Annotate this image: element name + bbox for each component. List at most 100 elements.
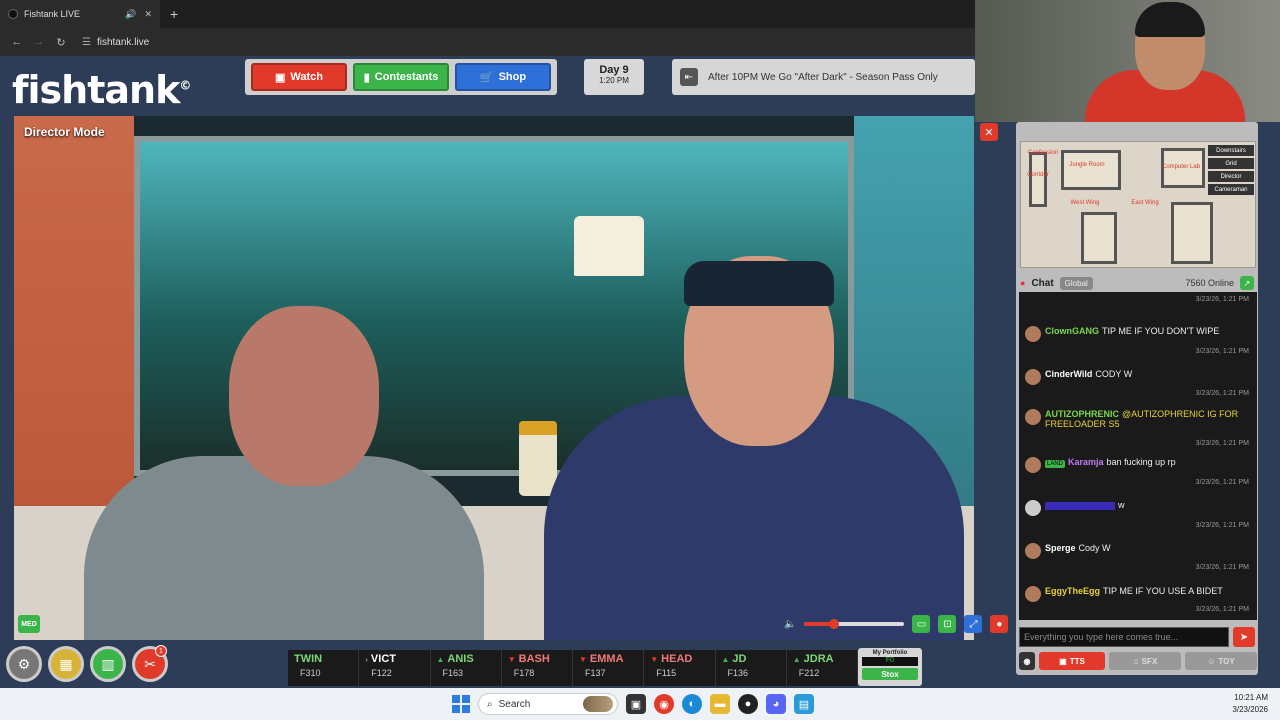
new-tab-button[interactable]: + xyxy=(170,6,178,22)
reload-icon[interactable]: ↻ xyxy=(50,36,72,49)
browser-tab[interactable]: Fishtank LIVE 🔊 ✕ xyxy=(0,0,160,28)
share-icon[interactable]: ↗ xyxy=(1240,276,1254,290)
avatar[interactable] xyxy=(1025,326,1041,342)
down-arrow-icon: ▼ xyxy=(579,654,587,664)
tab-close-icon[interactable]: ✕ xyxy=(144,9,152,20)
chat-message: AUTIZOPHRENIC @AUTIZOPHRENIC IG FOR FREEL… xyxy=(1025,409,1251,429)
taskbar-clock[interactable]: 10:21 AM 3/23/2026 xyxy=(1232,692,1268,716)
ticker-value: F136 xyxy=(727,668,749,678)
contestants-label: Contestants xyxy=(374,71,439,83)
ticker-item[interactable]: TWIN F310 xyxy=(288,650,360,686)
volume-icon[interactable]: 🔈 xyxy=(784,619,796,630)
site-info-icon[interactable]: ☰ xyxy=(82,37,91,48)
map-view-menu: Downstairs Grid Director Cameraman xyxy=(1208,145,1254,195)
live-video[interactable] xyxy=(14,116,974,640)
volume-knob[interactable] xyxy=(829,619,840,629)
task-view-icon[interactable]: ▣ xyxy=(626,694,646,714)
taskbar-search[interactable]: ⌕ Search xyxy=(478,693,618,715)
fullscreen-icon[interactable]: ⤢ xyxy=(964,615,983,633)
app-icon[interactable]: ▤ xyxy=(794,694,814,714)
chat-username[interactable]: Sperge xyxy=(1045,543,1076,553)
volume-slider[interactable] xyxy=(804,619,905,629)
ticker-item[interactable]: ▲ JD F136 xyxy=(716,650,787,686)
tab-title: Fishtank LIVE xyxy=(24,9,81,19)
map-label-west-wing: West Wing xyxy=(1070,200,1100,206)
cast-icon[interactable]: ⊡ xyxy=(938,615,957,633)
map-room-west[interactable] xyxy=(1081,212,1117,264)
avatar[interactable] xyxy=(1025,457,1041,473)
map-menu-downstairs[interactable]: Downstairs xyxy=(1208,145,1254,156)
stats-button[interactable]: ▥ xyxy=(90,646,126,682)
ticker-item[interactable]: ▼ BASH F178 xyxy=(502,650,573,686)
ticker-name: VICT xyxy=(370,653,396,665)
chat-username[interactable]: EggyTheEgg xyxy=(1045,586,1100,596)
shop-label: Shop xyxy=(498,71,527,83)
ticker-item[interactable]: ▲ ANIS F163 xyxy=(431,650,502,686)
avatar[interactable] xyxy=(1025,409,1041,425)
chat-title: Chat xyxy=(1031,277,1054,289)
avatar[interactable] xyxy=(1025,586,1041,602)
quality-badge[interactable]: MED xyxy=(18,615,40,633)
chat-log[interactable]: 3/23/26, 1:21 PM ClownGANG TIP ME IF YOU … xyxy=(1019,292,1257,620)
chat-username[interactable]: CinderWild xyxy=(1045,369,1092,379)
url-field[interactable]: ☰ fishtank.live xyxy=(82,37,149,48)
ticker-value: F178 xyxy=(513,668,535,678)
fishtank-logo[interactable]: fishtank© xyxy=(12,68,191,112)
items-button[interactable]: ▦ xyxy=(48,646,84,682)
stox-button[interactable]: Stox xyxy=(862,668,918,680)
forward-icon[interactable]: → xyxy=(28,36,50,48)
tools-button[interactable]: ✂ 1 xyxy=(132,645,168,682)
send-icon: ➤ xyxy=(1239,631,1249,643)
ticker-item[interactable]: ▼ EMMA F137 xyxy=(573,650,645,686)
settings-button[interactable]: ⚙ xyxy=(6,646,42,682)
map-room-east[interactable] xyxy=(1171,202,1213,264)
up-arrow-icon: ▲ xyxy=(721,654,730,664)
chat-text: TIP ME IF YOU USE A BIDET xyxy=(1103,586,1223,596)
close-video-button[interactable]: ✕ xyxy=(980,123,998,141)
edge-icon[interactable]: ◐ xyxy=(682,694,702,714)
ticker-item[interactable]: ▼ HEAD F115 xyxy=(644,650,716,686)
avatar[interactable] xyxy=(1025,500,1041,516)
chat-channel-tab[interactable]: Global xyxy=(1059,276,1093,290)
file-explorer-icon[interactable]: ▬ xyxy=(710,694,730,714)
tts-button[interactable]: ▣ TTS xyxy=(1039,652,1105,670)
toy-label: TOY xyxy=(1218,656,1235,666)
chrome-icon[interactable]: ◉ xyxy=(654,694,674,714)
map-room-jungle[interactable] xyxy=(1061,150,1121,190)
banner-back-icon[interactable]: ⇤ xyxy=(680,68,698,86)
emoji-icon[interactable]: ◉ xyxy=(1019,652,1035,670)
chat-input[interactable]: Everything you type here comes true... xyxy=(1019,627,1229,647)
chat-message-body: ClownGANG TIP ME IF YOU DON'T WIPE xyxy=(1045,326,1219,342)
browser-tab-bar: Fishtank LIVE 🔊 ✕ + xyxy=(0,0,975,28)
banner-text: After 10PM We Go "After Dark" - Season P… xyxy=(708,71,938,83)
discord-icon[interactable]: ◕ xyxy=(766,694,786,714)
url-text[interactable]: fishtank.live xyxy=(97,37,149,48)
pip-icon[interactable]: ▭ xyxy=(912,615,931,633)
ticker-item[interactable]: ▲ JDRA F212 xyxy=(787,650,858,686)
windows-start-icon[interactable] xyxy=(452,695,470,713)
watch-button[interactable]: ▣ Watch xyxy=(251,63,347,91)
avatar[interactable] xyxy=(1025,543,1041,559)
chat-message: LAND Karamja ban fucking up rp xyxy=(1025,457,1251,473)
avatar[interactable] xyxy=(1025,369,1041,385)
map-menu-grid[interactable]: Grid xyxy=(1208,158,1254,169)
ticker-item[interactable]: › VICT F122 xyxy=(359,650,431,686)
director-mode-label: Director Mode xyxy=(24,125,105,139)
sfx-button[interactable]: ♫ SFX xyxy=(1109,652,1181,670)
map-menu-cameraman[interactable]: Cameraman xyxy=(1208,184,1254,195)
record-icon[interactable]: ● xyxy=(990,615,1009,633)
obs-icon[interactable]: ● xyxy=(738,694,758,714)
map-room-corridor[interactable] xyxy=(1029,152,1047,207)
back-icon[interactable]: ← xyxy=(6,36,28,48)
chat-username[interactable]: ClownGANG xyxy=(1045,326,1099,336)
tab-audio-icon[interactable]: 🔊 xyxy=(125,9,136,20)
chat-username[interactable] xyxy=(1045,501,1115,510)
send-button[interactable]: ➤ xyxy=(1233,627,1255,647)
chat-username[interactable]: Karamja xyxy=(1068,457,1104,467)
day-counter: Day 9 1:20 PM xyxy=(584,59,644,95)
chat-username[interactable]: AUTIZOPHRENIC xyxy=(1045,409,1119,419)
toy-button[interactable]: ☺ TOY xyxy=(1185,652,1257,670)
shop-button[interactable]: 🛒 Shop xyxy=(455,63,551,91)
contestants-button[interactable]: ▮ Contestants xyxy=(353,63,449,91)
map-menu-director[interactable]: Director xyxy=(1208,171,1254,182)
